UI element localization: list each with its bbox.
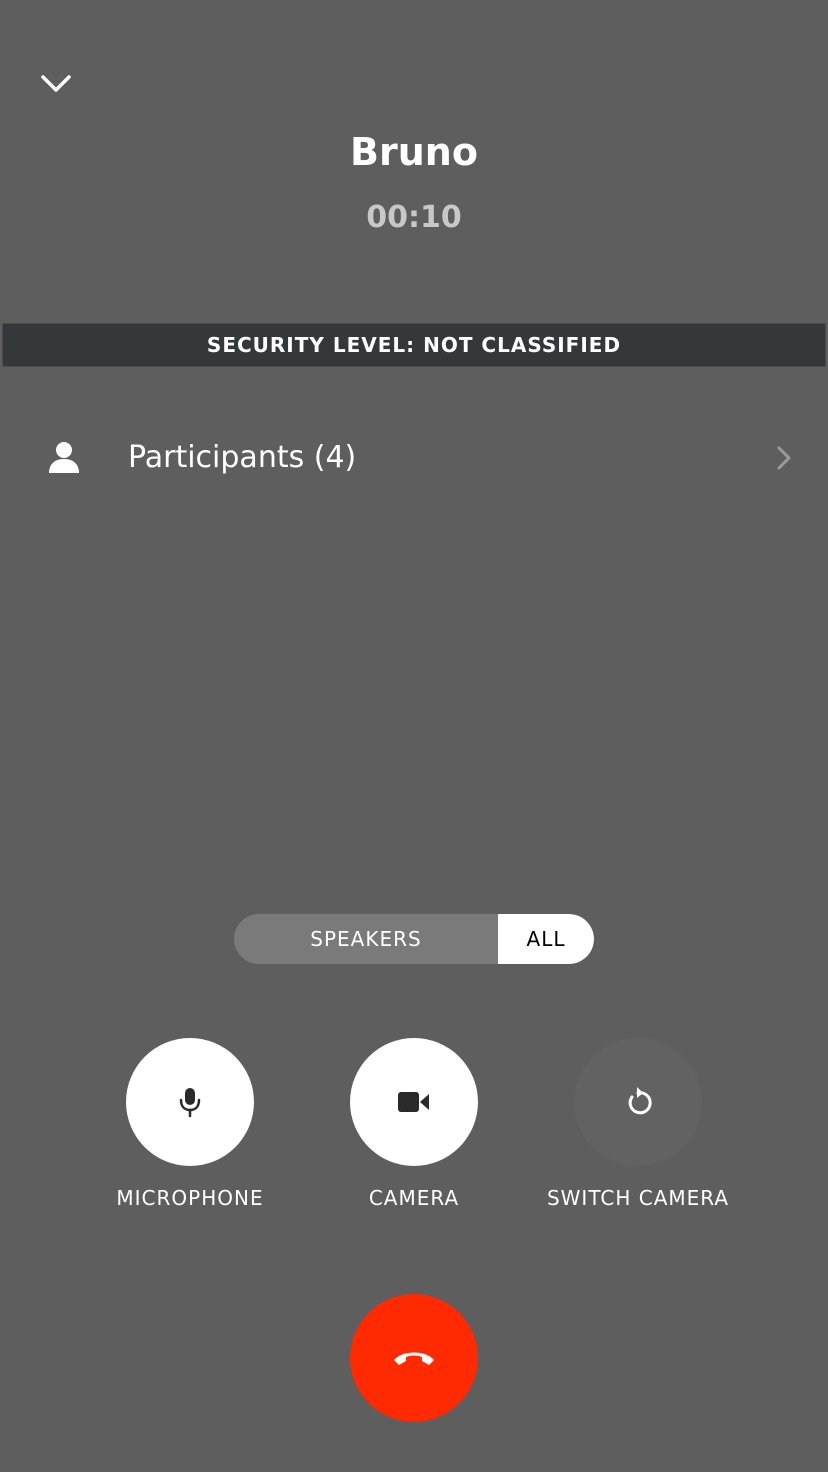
chevron-right-icon [777,446,791,470]
participants-label: Participants (4) [128,440,357,475]
chevron-down-icon [41,75,71,92]
caller-name: Bruno [350,130,478,174]
toggle-speakers[interactable]: SPEAKERS [234,914,498,964]
switch-camera-label: SWITCH CAMERA [546,1186,730,1210]
call-timer: 00:10 [366,200,462,235]
collapse-button[interactable] [36,64,76,104]
toggle-all[interactable]: ALL [498,914,594,964]
end-call-button[interactable] [350,1294,478,1422]
switch-camera-icon [628,1087,652,1115]
microphone-button[interactable] [126,1038,254,1166]
camera-control: CAMERA [294,1038,534,1218]
switch-camera-button[interactable] [574,1038,702,1166]
security-level-label: SECURITY LEVEL: NOT CLASSIFIED [206,333,622,357]
view-toggle: SPEAKERS ALL [234,914,594,964]
microphone-control: MICROPHONE [70,1038,310,1218]
camera-button[interactable] [350,1038,478,1166]
video-camera-icon [398,1092,429,1112]
microphone-icon [179,1088,201,1118]
security-level-banner: SECURITY LEVEL: NOT CLASSIFIED [2,323,826,367]
switch-camera-control: SWITCH CAMERA [518,1038,758,1218]
person-icon [49,442,79,473]
microphone-label: MICROPHONE [116,1186,264,1210]
participants-row[interactable]: Participants (4) [0,418,828,498]
camera-label: CAMERA [368,1186,460,1210]
hang-up-icon [394,1352,434,1365]
